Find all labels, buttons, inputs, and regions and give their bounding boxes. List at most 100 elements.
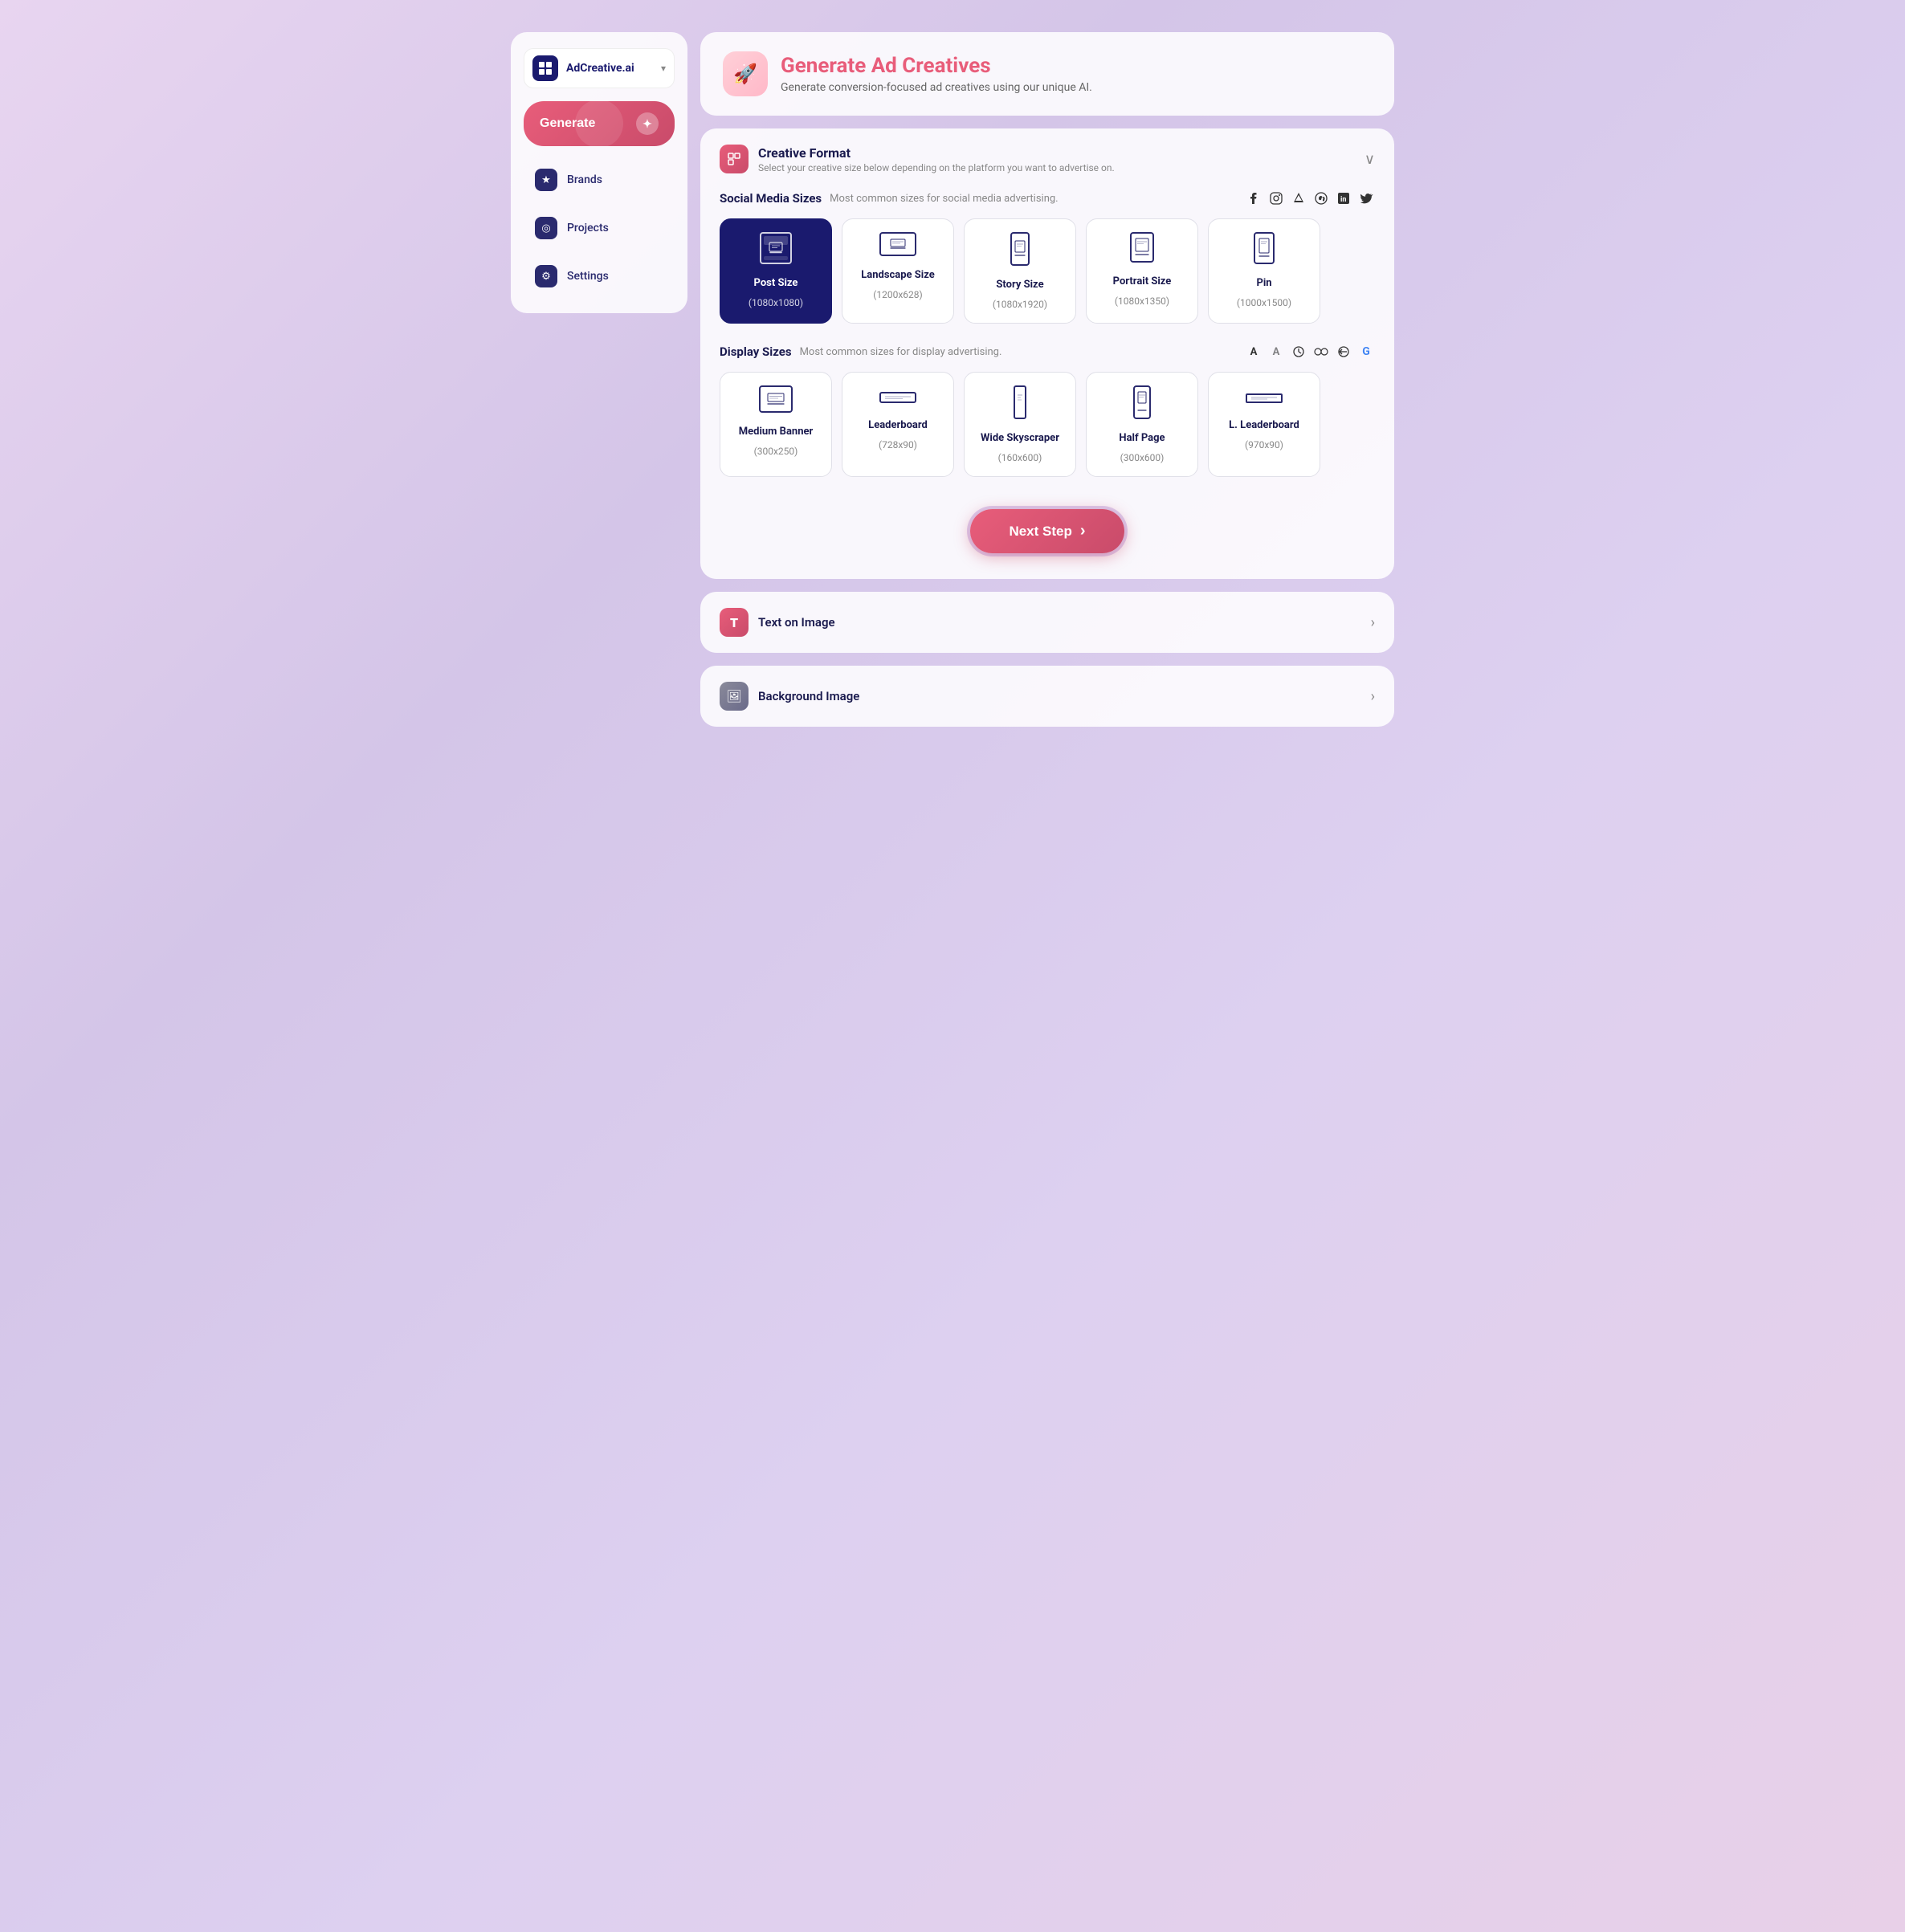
next-step-label: Next Step	[1009, 524, 1071, 540]
portrait-size-name: Portrait Size	[1113, 275, 1172, 287]
generate-label: Generate	[540, 116, 595, 131]
sidebar-item-brands[interactable]: ★ Brands	[524, 159, 675, 201]
page-subtitle: Generate conversion-focused ad creatives…	[781, 81, 1092, 94]
brands-icon: ★	[535, 169, 557, 191]
facebook-icon	[1245, 190, 1263, 207]
size-card-l-leaderboard[interactable]: L. Leaderboard (970x90)	[1208, 372, 1320, 477]
size-card-portrait[interactable]: Portrait Size (1080x1350)	[1086, 218, 1198, 324]
creative-format-chevron-icon: ∨	[1365, 151, 1375, 168]
background-image-chevron-icon: ›	[1371, 688, 1375, 705]
size-card-leaderboard[interactable]: Leaderboard (728x90)	[842, 372, 954, 477]
story-size-name: Story Size	[996, 279, 1043, 291]
creative-format-section: Creative Format Select your creative siz…	[700, 128, 1394, 579]
creative-format-subtitle: Select your creative size below dependin…	[758, 162, 1115, 173]
pin-size-name: Pin	[1256, 277, 1271, 289]
size-card-half-page[interactable]: Half Page (300x600)	[1086, 372, 1198, 477]
lleaderboard-name: L. Leaderboard	[1229, 419, 1299, 431]
sidebar-logo[interactable]: AdCreative.ai ▾	[524, 48, 675, 88]
display-icon-2: A	[1267, 343, 1285, 361]
leaderboard-visual	[879, 385, 916, 406]
skyscraper-dim: (160x600)	[998, 452, 1042, 463]
display-size-cards: Medium Banner (300x250)	[720, 372, 1375, 477]
text-on-image-section[interactable]: T Text on Image ›	[700, 592, 1394, 653]
halfpage-name: Half Page	[1119, 432, 1165, 444]
display-header: Display Sizes Most common sizes for disp…	[720, 343, 1375, 361]
display-icon-4	[1312, 343, 1330, 361]
display-icon-5	[1335, 343, 1352, 361]
settings-label: Settings	[567, 270, 609, 283]
text-on-image-chevron-icon: ›	[1371, 614, 1375, 631]
pinterest-icon	[1312, 190, 1330, 207]
twitter-icon	[1357, 190, 1375, 207]
story-visual	[1010, 232, 1030, 266]
display-platform-icons: A A G	[1245, 343, 1375, 361]
social-media-header: Social Media Sizes Most common sizes for…	[720, 190, 1375, 207]
header-text: Generate Ad Creatives Generate conversio…	[781, 54, 1092, 94]
background-image-left: 🖼 Background Image	[720, 682, 859, 711]
settings-icon: ⚙	[535, 265, 557, 287]
portrait-visual	[1130, 232, 1154, 263]
brands-label: Brands	[567, 173, 602, 186]
page-title: Generate Ad Creatives	[781, 54, 1092, 78]
logo-text: AdCreative.ai	[566, 62, 653, 75]
display-title: Display Sizes	[720, 344, 792, 359]
projects-icon: ◎	[535, 217, 557, 239]
sidebar-item-projects[interactable]: ◎ Projects	[524, 207, 675, 249]
svg-text:in: in	[1340, 196, 1346, 204]
pin-size-dim: (1000x1500)	[1237, 297, 1291, 308]
next-step-wrapper: Next Step ›	[720, 496, 1375, 560]
post-size-dim: (1080x1080)	[749, 297, 803, 308]
next-step-button[interactable]: Next Step ›	[970, 509, 1124, 553]
page-header: 🚀 Generate Ad Creatives Generate convers…	[700, 32, 1394, 116]
creative-format-header[interactable]: Creative Format Select your creative siz…	[700, 128, 1394, 190]
leaderboard-name: Leaderboard	[868, 419, 928, 431]
social-media-sizes-section: Social Media Sizes Most common sizes for…	[720, 190, 1375, 324]
background-image-icon: 🖼	[720, 682, 749, 711]
halfpage-dim: (300x600)	[1120, 452, 1165, 463]
main-content: 🚀 Generate Ad Creatives Generate convers…	[700, 32, 1394, 727]
display-icon-1: A	[1245, 343, 1263, 361]
medium-banner-name: Medium Banner	[739, 426, 814, 438]
medium-banner-visual	[759, 385, 793, 413]
size-card-story[interactable]: Story Size (1080x1920)	[964, 218, 1076, 324]
size-card-pin[interactable]: Pin (1000x1500)	[1208, 218, 1320, 324]
background-image-title: Background Image	[758, 689, 859, 703]
sparkle-icon: ✦	[636, 112, 659, 135]
lleaderboard-visual	[1246, 385, 1283, 406]
generate-button[interactable]: Generate ✦	[524, 101, 675, 146]
size-card-medium-banner[interactable]: Medium Banner (300x250)	[720, 372, 832, 477]
post-size-name: Post Size	[754, 277, 798, 289]
sidebar-item-settings[interactable]: ⚙ Settings	[524, 255, 675, 297]
instagram-icon	[1267, 190, 1285, 207]
story-size-dim: (1080x1920)	[993, 299, 1047, 310]
landscape-size-dim: (1200x628)	[873, 289, 922, 300]
logo-icon	[532, 55, 558, 81]
background-image-section[interactable]: 🖼 Background Image ›	[700, 666, 1394, 727]
display-icon-3	[1290, 343, 1307, 361]
adcreative-icon	[1290, 190, 1307, 207]
text-on-image-icon: T	[720, 608, 749, 637]
text-on-image-title: Text on Image	[758, 615, 835, 630]
landscape-size-name: Landscape Size	[861, 269, 935, 281]
creative-format-title-block: Creative Format Select your creative siz…	[758, 145, 1115, 173]
logo-chevron-icon: ▾	[661, 63, 666, 74]
size-card-landscape[interactable]: Landscape Size (1200x628)	[842, 218, 954, 324]
size-card-post[interactable]: Post Size (1080x1080)	[720, 218, 832, 324]
medium-banner-dim: (300x250)	[754, 446, 798, 457]
skyscraper-visual	[1014, 385, 1026, 419]
social-media-subtitle: Most common sizes for social media adver…	[830, 193, 1058, 205]
size-card-wide-skyscraper[interactable]: Wide Skyscraper (160x600)	[964, 372, 1076, 477]
social-media-title: Social Media Sizes	[720, 191, 822, 206]
next-step-arrow-icon: ›	[1080, 522, 1086, 540]
creative-format-icon	[720, 145, 749, 173]
skyscraper-name: Wide Skyscraper	[981, 432, 1059, 444]
lleaderboard-dim: (970x90)	[1245, 439, 1283, 450]
display-sizes-section: Display Sizes Most common sizes for disp…	[720, 343, 1375, 477]
pin-visual	[1254, 232, 1275, 264]
creative-format-content: Social Media Sizes Most common sizes for…	[700, 190, 1394, 579]
projects-label: Projects	[567, 222, 609, 234]
post-visual	[760, 232, 792, 264]
header-rocket-icon: 🚀	[723, 51, 768, 96]
linkedin-icon: in	[1335, 190, 1352, 207]
halfpage-visual	[1133, 385, 1151, 419]
